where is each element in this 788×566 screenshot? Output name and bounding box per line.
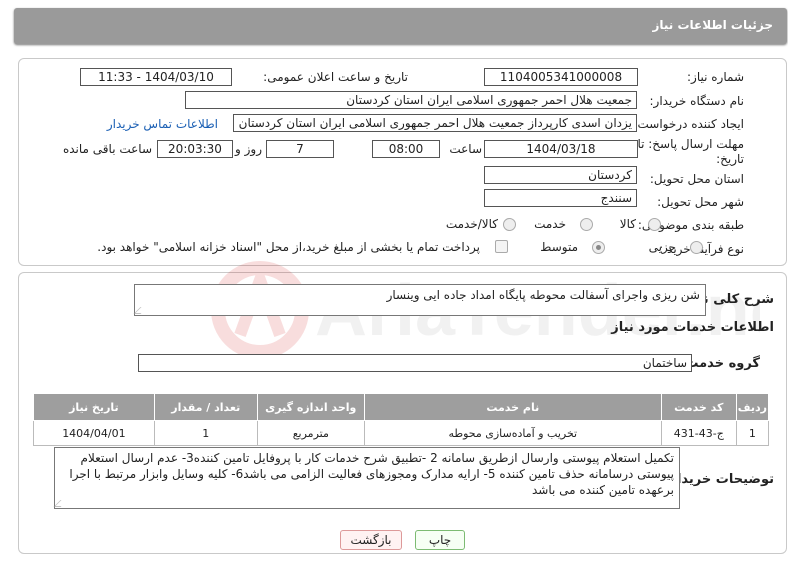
days-field: 7 xyxy=(266,140,334,158)
deadline-date-field: 1404/03/18 xyxy=(484,140,638,158)
service-group-field: ساختمان xyxy=(138,354,692,372)
table-header-row: ردیف کد خدمت نام خدمت واحد اندازه گیری ت… xyxy=(33,393,770,421)
need-number-label: شماره نیاز: xyxy=(687,70,744,84)
province-field: کردستان xyxy=(484,166,637,184)
city-label: شهر محل تحویل: xyxy=(657,195,744,209)
province-label: استان محل تحویل: xyxy=(649,172,744,186)
deadline-time-field: 08:00 xyxy=(372,140,440,158)
col-header-row-number: ردیف xyxy=(735,393,770,421)
requester-label: ایجاد کننده درخواست: xyxy=(633,117,744,131)
page-title: جزئیات اطلاعات نیاز xyxy=(652,18,773,32)
resize-handle xyxy=(133,307,148,314)
services-info-heading: اطلاعات خدمات مورد نیاز xyxy=(611,320,774,335)
category-radio-goods-service[interactable] xyxy=(503,218,516,231)
days-label: روز و xyxy=(235,142,262,156)
cell-row-number: 1 xyxy=(735,420,770,446)
col-header-service-name: نام خدمت xyxy=(363,393,662,421)
category-goods-label: کالا xyxy=(619,217,636,231)
category-radio-service[interactable] xyxy=(580,218,593,231)
city-field: سنندج xyxy=(484,189,637,207)
col-header-unit: واحد اندازه گیری xyxy=(256,393,365,421)
category-goods-service-label: کالا/خدمت xyxy=(445,217,498,231)
buyer-notes-textarea: تکمیل استعلام پیوستی وارسال ازطریق سامان… xyxy=(53,447,680,509)
deadline-time-label: ساعت xyxy=(449,142,482,156)
announce-datetime-label: تاریخ و ساعت اعلان عمومی: xyxy=(263,70,408,84)
general-desc-textarea: شن ریزی واجرای آسفالت محوطه پایگاه امداد… xyxy=(133,284,706,316)
cell-unit: مترمربع xyxy=(256,420,365,446)
cell-service-code: ج-43-431 xyxy=(660,420,737,446)
category-service-label: خدمت xyxy=(534,217,566,231)
requester-field: یزدان اسدی کارپرداز جمعیت هلال احمر جمهو… xyxy=(233,114,637,132)
buyer-org-field: جمعیت هلال احمر جمهوری اسلامی ایران استا… xyxy=(185,91,637,109)
cell-need-date: 1404/04/01 xyxy=(33,420,155,446)
buyer-notes-label: توضیحات خریدار: xyxy=(664,472,774,487)
col-header-service-code: کد خدمت xyxy=(660,393,737,421)
print-button[interactable]: چاپ xyxy=(415,530,465,550)
remaining-label: ساعت باقی مانده xyxy=(62,142,152,156)
resize-handle xyxy=(53,500,68,507)
col-header-quantity: تعداد / مقدار xyxy=(153,393,258,421)
announce-datetime-field: 1404/03/10 - 11:33 xyxy=(80,68,232,86)
cell-quantity: 1 xyxy=(153,420,258,446)
category-radio-goods[interactable] xyxy=(648,218,661,231)
cell-service-name: تخریب و آماده‌سازی محوطه xyxy=(363,420,662,446)
service-group-label: گروه خدمت: xyxy=(680,356,760,371)
back-button[interactable]: بازگشت xyxy=(340,530,402,550)
services-table: ردیف کد خدمت نام خدمت واحد اندازه گیری ت… xyxy=(33,393,770,446)
col-header-need-date: تاریخ نیاز xyxy=(33,393,155,421)
deadline-label: مهلت ارسال پاسخ: تا تاریخ: xyxy=(637,137,744,166)
need-number-field: 1104005341000008 xyxy=(484,68,638,86)
page-header: جزئیات اطلاعات نیاز xyxy=(14,8,787,44)
buyer-org-label: نام دستگاه خریدار: xyxy=(649,94,745,108)
general-desc-text: شن ریزی واجرای آسفالت محوطه پایگاه امداد… xyxy=(386,288,700,302)
remaining-time-field: 20:03:30 xyxy=(157,140,233,158)
buyer-notes-text: تکمیل استعلام پیوستی وارسال ازطریق سامان… xyxy=(69,451,674,497)
table-row: 1 ج-43-431 تخریب و آماده‌سازی محوطه مترم… xyxy=(33,420,770,446)
buyer-contact-link[interactable]: اطلاعات تماس خریدار xyxy=(107,117,218,131)
